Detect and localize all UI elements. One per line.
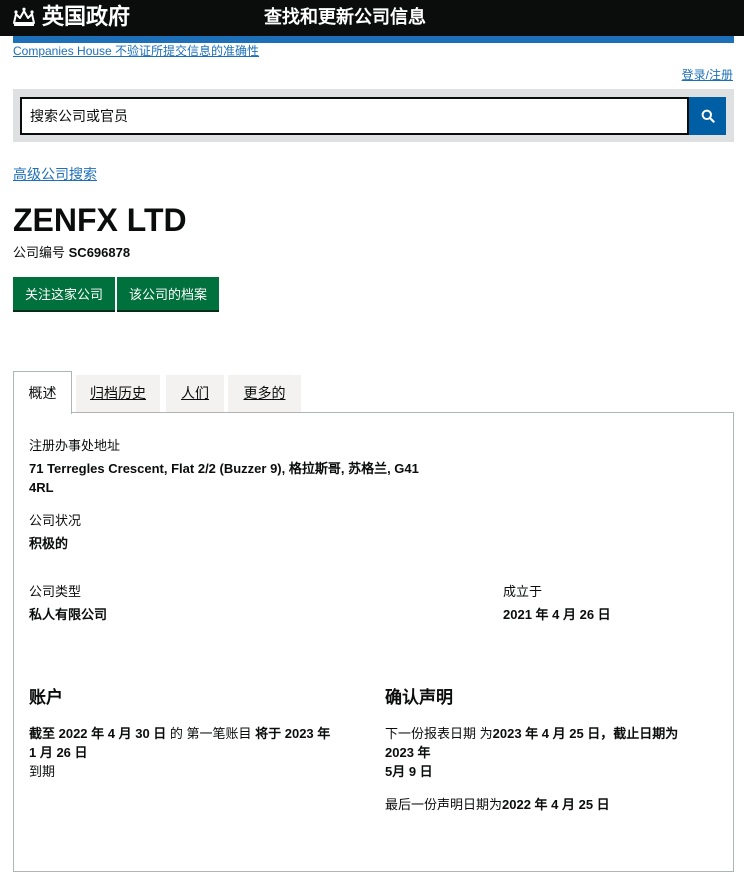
company-name: ZENFX LTD — [13, 202, 187, 238]
crown-icon — [13, 7, 35, 26]
confirmation-text: 下一份报表日期 为2023 年 4 月 25 日，截止日期为 2023 年 5月… — [385, 724, 725, 781]
search-bar — [13, 89, 734, 142]
confirmation-last-label: 最后一份声明日期为 — [385, 797, 503, 812]
registered-office-line1: 71 Terregles Crescent, Flat 2/2 (Buzzer … — [29, 461, 419, 476]
confirmation-heading: 确认声明 — [385, 688, 453, 707]
advanced-search-link[interactable]: 高级公司搜索 — [13, 165, 97, 183]
accounts-due-prefix: 将于 2023 年 — [255, 726, 331, 741]
accounts-mid: 的 第一笔账目 — [166, 726, 256, 741]
tab-more[interactable]: 更多的 — [228, 375, 301, 412]
company-type-value: 私人有限公司 — [29, 607, 108, 622]
tab-overview[interactable]: 概述 — [13, 371, 72, 414]
search-button[interactable] — [689, 97, 726, 135]
company-type-label: 公司类型 — [29, 584, 82, 599]
service-name[interactable]: 查找和更新公司信息 — [264, 5, 426, 29]
header-blue-bar — [13, 36, 734, 43]
confirmation-due-day: 5月 9 日 — [385, 764, 433, 779]
incorporated-label: 成立于 — [503, 584, 543, 599]
confirmation-next-date: 2023 年 4 月 25 日，截止日期为 — [492, 726, 679, 741]
disclaimer-link[interactable]: Companies House 不验证所提交信息的准确性 — [13, 43, 259, 59]
company-status-value: 积极的 — [29, 536, 69, 551]
confirmation-last-date: 2022 年 4 月 25 日 — [502, 797, 610, 812]
accounts-text: 截至 2022 年 4 月 30 日 的 第一笔账目 将于 2023 年 1 月… — [29, 724, 369, 781]
registered-office-label: 注册办事处地址 — [29, 438, 121, 453]
confirmation-due-year: 2023 年 — [385, 745, 431, 760]
follow-company-button[interactable]: 关注这家公司 — [13, 277, 115, 310]
confirmation-last: 最后一份声明日期为2022 年 4 月 25 日 — [385, 795, 610, 814]
accounts-due-word: 到期 — [29, 764, 56, 779]
accounts-due-date: 1 月 26 日 — [29, 745, 88, 760]
company-status-label: 公司状况 — [29, 513, 82, 528]
confirmation-next-label: 下一份报表日期 为 — [385, 726, 493, 741]
company-filing-button[interactable]: 该公司的档案 — [117, 277, 219, 310]
company-number: 公司编号 SC696878 — [13, 244, 130, 261]
company-number-label: 公司编号 — [13, 245, 66, 260]
overview-panel: 注册办事处地址 71 Terregles Crescent, Flat 2/2 … — [13, 412, 734, 872]
registered-office-line2: 4RL — [29, 480, 54, 495]
signin-link[interactable]: 登录/注册 — [682, 67, 733, 83]
tab-list: 概述 归档历史 人们 更多的 — [13, 371, 734, 414]
accounts-date: 截至 2022 年 4 月 30 日 — [29, 726, 167, 741]
search-input[interactable] — [20, 97, 689, 135]
company-number-value: SC696878 — [68, 245, 131, 260]
accounts-heading: 账户 — [29, 688, 63, 707]
search-icon — [701, 109, 715, 123]
gov-logo-text[interactable]: 英国政府 — [42, 3, 130, 31]
gov-header: 英国政府 查找和更新公司信息 — [0, 0, 744, 36]
tab-people[interactable]: 人们 — [166, 375, 224, 412]
tab-filing-history[interactable]: 归档历史 — [76, 375, 160, 412]
incorporated-value: 2021 年 4 月 26 日 — [503, 607, 611, 622]
